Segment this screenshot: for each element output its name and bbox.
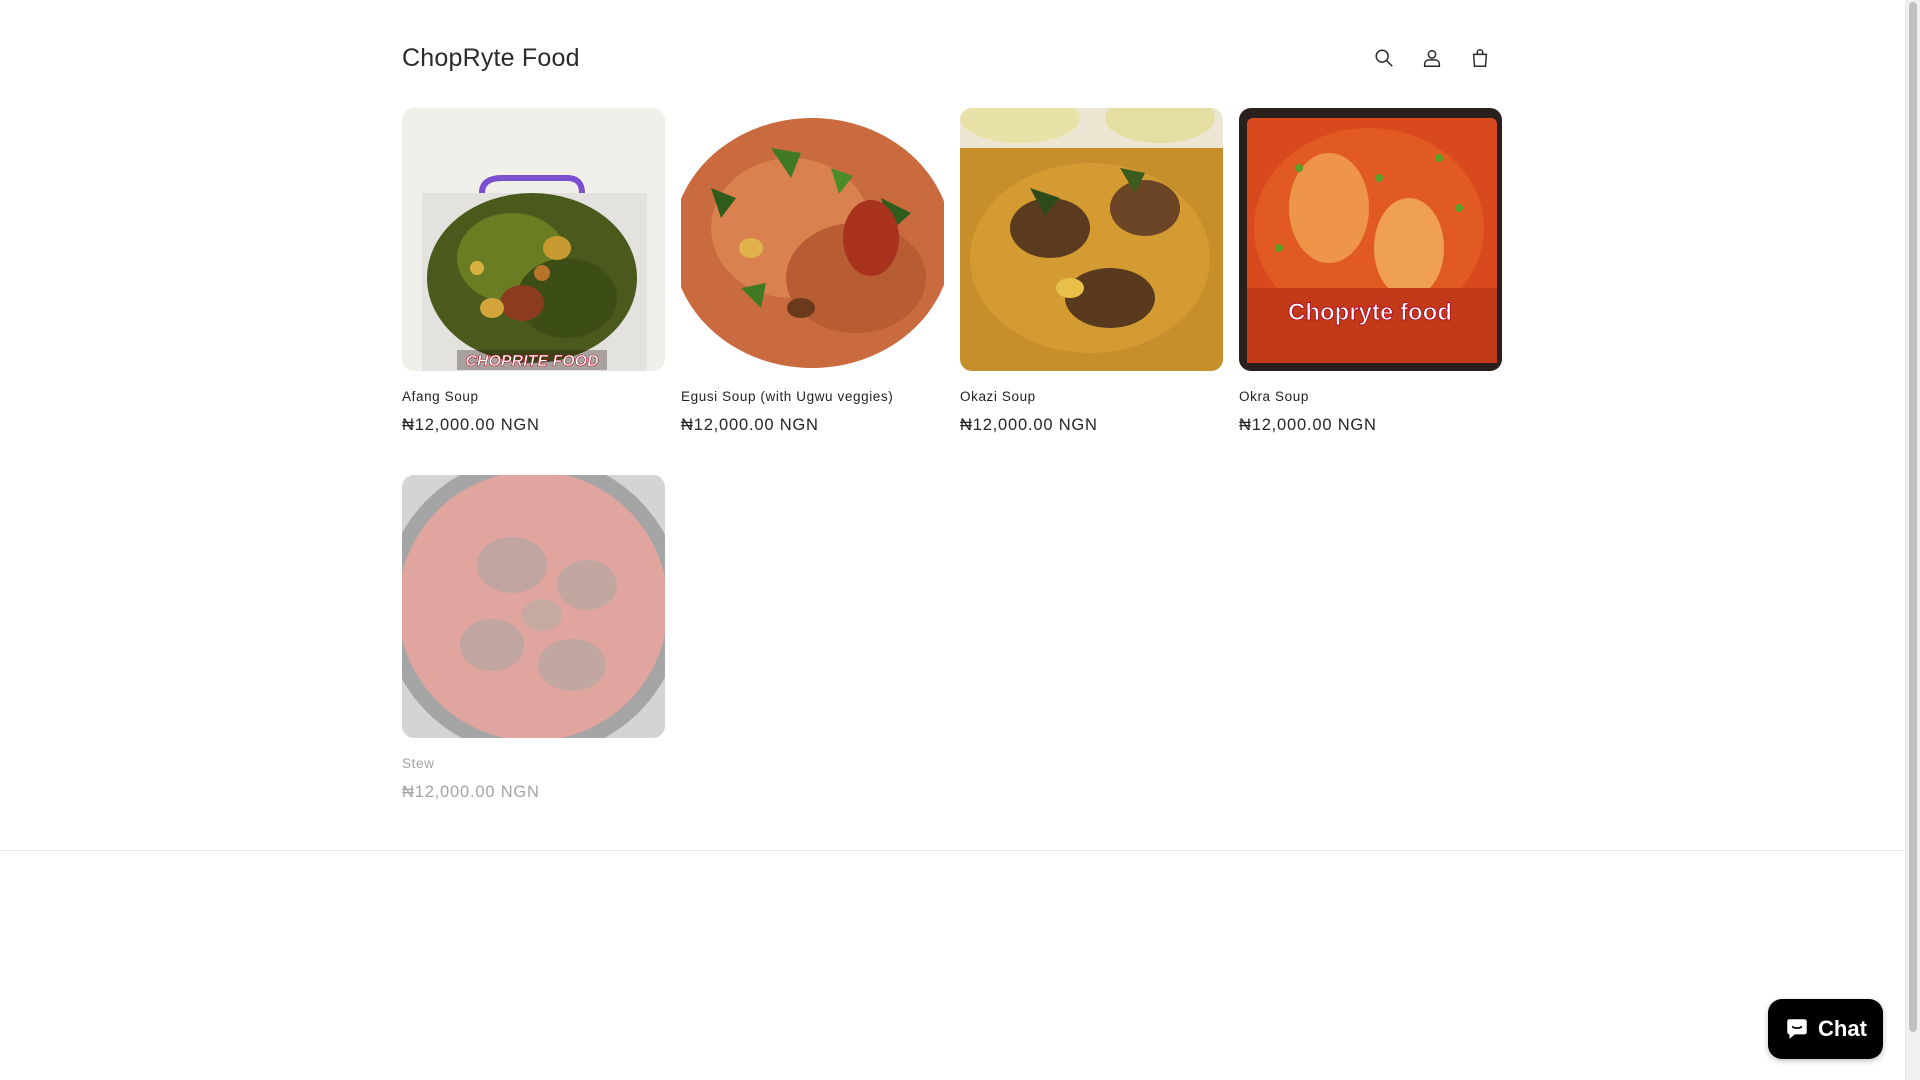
product-image[interactable] [402,475,665,738]
product-title[interactable]: Stew [402,756,665,771]
page: ChopRyte Food CHOPRITE FOOD Afang Soup ₦… [0,0,1905,1080]
product-photo: Chopryte food [1239,108,1502,371]
account-button[interactable] [1410,36,1454,80]
account-icon [1423,49,1441,67]
product-card[interactable]: Stew ₦12,000.00 NGN [402,475,665,802]
product-title[interactable]: Okra Soup [1239,389,1502,404]
shopify-chat-button[interactable]: Chat [1768,999,1883,1059]
product-title[interactable]: Afang Soup [402,389,665,404]
site-header: ChopRyte Food [402,34,1502,82]
vertical-scrollbar[interactable] [1905,0,1920,1080]
product-title[interactable]: Okazi Soup [960,389,1223,404]
product-price: ₦12,000.00 NGN [960,416,1098,434]
product-photo [681,108,944,371]
product-photo [960,108,1223,371]
product-card[interactable]: Chopryte food Okra Soup ₦12,000.00 NGN [1239,108,1502,435]
product-title[interactable]: Egusi Soup (with Ugwu veggies) [681,389,944,404]
image-watermark: CHOPRITE FOOD [465,353,599,370]
product-photo: CHOPRITE FOOD [402,108,665,371]
chat-bubble-icon [1787,1019,1807,1039]
store-logo[interactable]: ChopRyte Food [402,44,580,73]
product-card[interactable]: Okazi Soup ₦12,000.00 NGN [960,108,1223,435]
product-card[interactable]: CHOPRITE FOOD Afang Soup ₦12,000.00 NGN [402,108,665,435]
product-card[interactable]: Egusi Soup (with Ugwu veggies) ₦12,000.0… [681,108,944,435]
product-image[interactable] [960,108,1223,371]
product-image[interactable]: Chopryte food [1239,108,1502,371]
cart-button[interactable] [1458,36,1502,80]
image-watermark: Chopryte food [1288,299,1452,326]
search-button[interactable] [1362,36,1406,80]
product-price: ₦12,000.00 NGN [681,416,819,434]
product-grid: CHOPRITE FOOD Afang Soup ₦12,000.00 NGN [402,108,1504,802]
cart-icon [1472,49,1488,67]
product-price: ₦12,000.00 NGN [402,783,540,801]
product-photo [402,475,665,738]
scrollbar-thumb[interactable] [1909,2,1917,1032]
footer-divider [0,850,1905,851]
product-image[interactable] [681,108,944,371]
product-image[interactable]: CHOPRITE FOOD [402,108,665,371]
search-icon [1375,49,1393,67]
header-icons [1362,36,1502,80]
chat-label: Chat [1818,1016,1867,1041]
product-price: ₦12,000.00 NGN [1239,416,1377,434]
product-price: ₦12,000.00 NGN [402,416,540,434]
